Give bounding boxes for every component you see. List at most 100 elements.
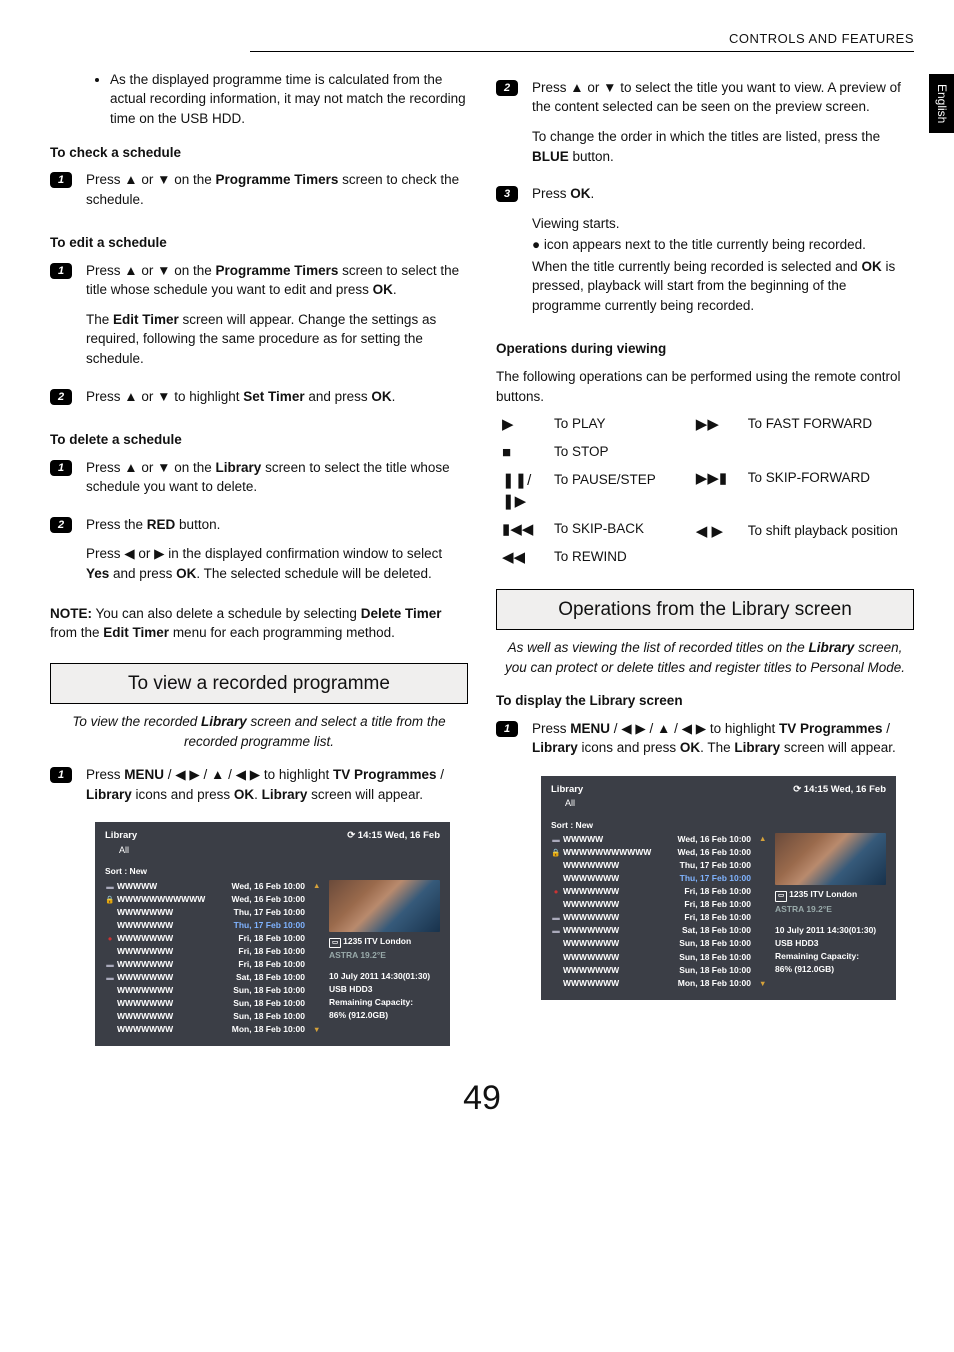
library-row[interactable]: ▬WWWWWWed, 16 Feb 10:00 [551, 833, 751, 846]
card-icon: ▬ [105, 960, 115, 970]
satellite-line: ASTRA 19.2°E [775, 904, 886, 915]
language-tab: English [929, 74, 954, 133]
card-icon: ▭ [775, 891, 787, 901]
scroll-down-icon: ▼ [759, 979, 767, 989]
op-label: To REWIND [554, 547, 656, 567]
capacity-label: Remaining Capacity: [775, 951, 886, 962]
delete-step1: Press ▲ or ▼ on the Library screen to se… [86, 458, 468, 497]
library-row[interactable]: WWWWWWWMon, 18 Feb 10:00 [105, 1023, 305, 1036]
library-row[interactable]: WWWWWWWSun, 18 Feb 10:00 [105, 984, 305, 997]
step-1: 1 [50, 767, 72, 783]
view-step1: Press MENU / ◀ ▶ / ▲ / ◀ ▶ to highlight … [86, 765, 468, 804]
usb-line: USB HDD3 [775, 938, 886, 949]
op-icon: ▶▶▮ [696, 468, 732, 490]
op-icon: ❚❚/❚▶ [502, 470, 538, 514]
right-step3-p4: When the title currently being recorded … [532, 257, 914, 316]
library-row[interactable]: WWWWWWWThu, 17 Feb 10:00 [105, 919, 305, 932]
scroll-down-icon: ▼ [313, 1025, 321, 1035]
library-list: ▬WWWWWWed, 16 Feb 10:00🔒WWWWWWWWWWWWed, … [105, 880, 305, 1037]
library-row[interactable]: WWWWWWWFri, 18 Feb 10:00 [551, 898, 751, 911]
library-row[interactable]: WWWWWWWSun, 18 Feb 10:00 [551, 937, 751, 950]
library-row[interactable]: ▬WWWWWWed, 16 Feb 10:00 [105, 880, 305, 893]
scroll-up-icon: ▲ [759, 834, 767, 844]
op-icon: ■ [502, 442, 538, 464]
lock-icon: 🔒 [105, 895, 115, 905]
channel-line: ▭1235 ITV London [775, 889, 886, 901]
card-icon: ▬ [551, 926, 561, 936]
op-icon: ◀◀ [502, 547, 538, 569]
section-library-ops: Operations from the Library screen [496, 589, 914, 631]
library-title: Library [105, 830, 137, 842]
library-sort: Sort : New [105, 866, 440, 877]
library-row[interactable]: 🔒WWWWWWWWWWWWed, 16 Feb 10:00 [551, 846, 751, 859]
preview-thumbnail [775, 833, 886, 885]
card-icon: ▬ [551, 835, 561, 845]
capacity-label: Remaining Capacity: [329, 997, 440, 1008]
section-view-recorded: To view a recorded programme [50, 663, 468, 705]
library-row[interactable]: ▬WWWWWWWFri, 18 Feb 10:00 [551, 911, 751, 924]
step-2: 2 [50, 517, 72, 533]
op-label: To shift playback position [748, 521, 898, 541]
library-row[interactable]: WWWWWWWThu, 17 Feb 10:00 [105, 906, 305, 919]
op-icon: ◀ ▶ [696, 521, 732, 543]
op-label: To SKIP-BACK [554, 519, 656, 539]
step-1: 1 [50, 172, 72, 188]
channel-line: ▭1235 ITV London [329, 936, 440, 948]
op-label: To PAUSE/STEP [554, 470, 656, 490]
library-row[interactable]: WWWWWWWSun, 18 Feb 10:00 [105, 1010, 305, 1023]
scroll-up-icon: ▲ [313, 881, 321, 891]
library-row[interactable]: ●WWWWWWWFri, 18 Feb 10:00 [551, 885, 751, 898]
record-icon: ● [105, 934, 115, 944]
op-icon: ▮◀◀ [502, 519, 538, 541]
header-title: CONTROLS AND FEATURES [250, 30, 914, 52]
usb-line: USB HDD3 [329, 984, 440, 995]
library-subtitle: All [119, 845, 440, 857]
op-label: To FAST FORWARD [748, 414, 898, 434]
right-step2: Press ▲ or ▼ to select the title you wan… [532, 78, 914, 117]
capacity-value: 86% (912.0GB) [329, 1010, 440, 1021]
library-screen: Library ⟳ 14:15 Wed, 16 Feb All Sort : N… [541, 776, 896, 1000]
library-row[interactable]: ▬WWWWWWWSat, 18 Feb 10:00 [551, 924, 751, 937]
op-label: To STOP [554, 442, 656, 462]
library-row[interactable]: 🔒WWWWWWWWWWWWed, 16 Feb 10:00 [105, 893, 305, 906]
heading-edit-schedule: To edit a schedule [50, 233, 468, 253]
card-icon: ▬ [105, 882, 115, 892]
library-row[interactable]: WWWWWWWMon, 18 Feb 10:00 [551, 977, 751, 990]
library-row[interactable]: WWWWWWWSun, 18 Feb 10:00 [551, 964, 751, 977]
section-view-intro: To view the recorded Library screen and … [50, 712, 468, 751]
recording-info: 10 July 2011 14:30(01:30) [775, 925, 886, 936]
right-step3-p2: Viewing starts. [532, 214, 914, 234]
library-row[interactable]: ▬WWWWWWWFri, 18 Feb 10:00 [105, 958, 305, 971]
capacity-value: 86% (912.0GB) [775, 964, 886, 975]
library-row[interactable]: ●WWWWWWWFri, 18 Feb 10:00 [105, 932, 305, 945]
op-icon: ▶▶ [696, 414, 732, 436]
heading-operations-viewing: Operations during viewing [496, 339, 914, 359]
step-3: 3 [496, 186, 518, 202]
library-row[interactable]: ▬WWWWWWWSat, 18 Feb 10:00 [105, 971, 305, 984]
ops-intro: The following operations can be performe… [496, 367, 914, 406]
lock-icon: 🔒 [551, 848, 561, 858]
edit-step1-p2: The Edit Timer screen will appear. Chang… [86, 310, 468, 369]
check-step1: Press ▲ or ▼ on the Programme Timers scr… [86, 170, 468, 209]
library-row[interactable]: WWWWWWWThu, 17 Feb 10:00 [551, 872, 751, 885]
library-row[interactable]: WWWWWWWSun, 18 Feb 10:00 [551, 951, 751, 964]
step-2: 2 [50, 389, 72, 405]
left-column: As the displayed programme time is calcu… [50, 70, 468, 1046]
right-step3: Press OK. [532, 184, 914, 204]
delete-step2: Press the RED button. [86, 515, 468, 535]
bullet-note: As the displayed programme time is calcu… [110, 70, 468, 129]
card-icon: ▬ [551, 913, 561, 923]
right-step2-p2: To change the order in which the titles … [532, 127, 914, 166]
library-title: Library [551, 784, 583, 796]
satellite-line: ASTRA 19.2°E [329, 950, 440, 961]
library-subtitle: All [565, 798, 886, 810]
library-row[interactable]: WWWWWWWSun, 18 Feb 10:00 [105, 997, 305, 1010]
library-row[interactable]: WWWWWWWFri, 18 Feb 10:00 [105, 945, 305, 958]
library-clock: ⟳ 14:15 Wed, 16 Feb [347, 830, 440, 842]
library-row[interactable]: WWWWWWWThu, 17 Feb 10:00 [551, 859, 751, 872]
library-sort: Sort : New [551, 820, 886, 831]
card-icon: ▬ [105, 973, 115, 983]
record-icon: ● [551, 887, 561, 897]
delete-step2-p2: Press ◀ or ▶ in the displayed confirmati… [86, 544, 468, 583]
page-number: 49 [50, 1074, 914, 1123]
